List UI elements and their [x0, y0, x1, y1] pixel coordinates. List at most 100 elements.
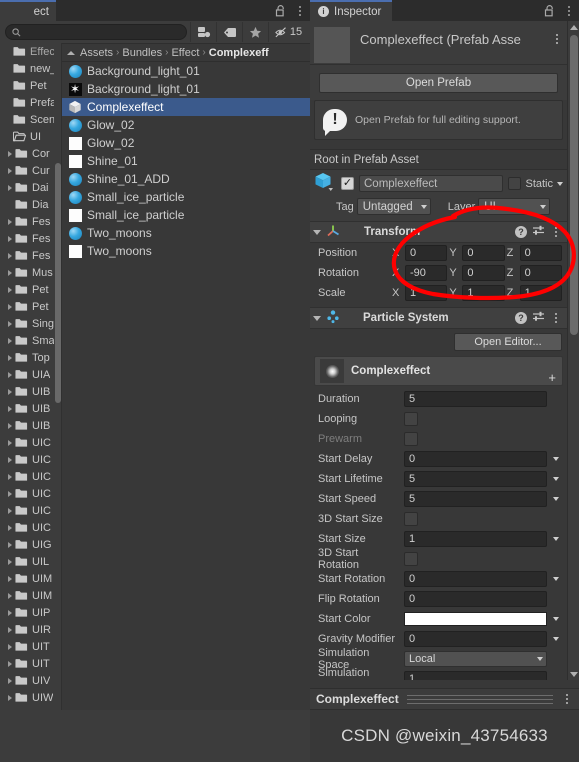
- chevron-right-icon[interactable]: [4, 439, 15, 446]
- chevron-right-icon[interactable]: [4, 405, 15, 412]
- star-icon[interactable]: [242, 22, 268, 42]
- folder-tree-item[interactable]: UIC: [0, 434, 61, 451]
- folder-tree-item[interactable]: UIP: [0, 604, 61, 621]
- folder-tree-item[interactable]: Sing: [0, 315, 61, 332]
- gameobject-enabled-checkbox[interactable]: ✓: [341, 177, 354, 190]
- particle-property-field[interactable]: 5: [404, 491, 547, 507]
- chevron-down-icon[interactable]: [549, 537, 562, 541]
- preset-sliders-icon[interactable]: [532, 225, 545, 240]
- chevron-right-icon[interactable]: [4, 541, 15, 548]
- asset-list-item[interactable]: Glow_02: [62, 134, 310, 152]
- chevron-down-icon[interactable]: [313, 229, 321, 235]
- plus-icon[interactable]: +: [548, 371, 556, 384]
- chevron-right-icon[interactable]: [4, 320, 15, 327]
- folder-tree-item[interactable]: Cor: [0, 145, 61, 162]
- lock-open-icon[interactable]: [544, 4, 555, 17]
- folder-tree-item[interactable]: UIB: [0, 383, 61, 400]
- folder-tree-item[interactable]: Dia: [0, 196, 61, 213]
- folder-tree-item[interactable]: Cur: [0, 162, 61, 179]
- kebab-menu-icon[interactable]: [550, 227, 562, 237]
- preset-sliders-icon[interactable]: [532, 311, 545, 326]
- particle-module-header[interactable]: Complexeffect +: [314, 356, 563, 386]
- chevron-down-icon[interactable]: [549, 457, 562, 461]
- folder-tree-item[interactable]: Scene: [0, 111, 61, 128]
- tag-dropdown[interactable]: Untagged: [356, 198, 431, 215]
- kebab-menu-icon[interactable]: [561, 694, 573, 704]
- chevron-right-icon[interactable]: [4, 303, 15, 310]
- chevron-right-icon[interactable]: [4, 354, 15, 361]
- chevron-right-icon[interactable]: [4, 388, 15, 395]
- folder-tree-scrollbar[interactable]: [54, 43, 61, 710]
- particle-property-field[interactable]: 5: [404, 391, 547, 407]
- particle-property-checkbox[interactable]: [404, 552, 418, 566]
- chevron-down-icon[interactable]: [549, 477, 562, 481]
- particle-property-checkbox[interactable]: [404, 412, 418, 426]
- folder-tree-item[interactable]: UIC: [0, 519, 61, 536]
- inspector-scroll-thumb[interactable]: [570, 35, 578, 335]
- chevron-right-icon[interactable]: [4, 626, 15, 633]
- particle-property-field[interactable]: 0: [404, 451, 547, 467]
- chevron-right-icon[interactable]: [4, 371, 15, 378]
- breadcrumb-item[interactable]: Complexeff: [209, 47, 269, 59]
- start-color-swatch[interactable]: [404, 612, 547, 626]
- folder-tree-item[interactable]: UIC: [0, 502, 61, 519]
- folder-tree[interactable]: Effect new_z Pet Prefab Scene UI Cor Cur Dai Dia F…: [0, 43, 62, 710]
- hidden-assets-counter[interactable]: 15: [268, 22, 308, 42]
- folder-tree-item[interactable]: UIB: [0, 400, 61, 417]
- folder-tree-item[interactable]: Fes: [0, 230, 61, 247]
- tab-inspector[interactable]: i Inspector: [310, 0, 393, 21]
- folder-tree-item[interactable]: UIW: [0, 689, 61, 706]
- search-input[interactable]: [25, 26, 180, 38]
- folder-tree-item[interactable]: Fes: [0, 247, 61, 264]
- folder-tree-item[interactable]: UIC: [0, 468, 61, 485]
- chevron-right-icon[interactable]: [4, 422, 15, 429]
- asset-list-item[interactable]: Two_moons: [62, 224, 310, 242]
- particle-property-field[interactable]: 0: [404, 631, 547, 647]
- folder-tree-item[interactable]: UIM: [0, 587, 61, 604]
- chevron-right-icon[interactable]: [4, 184, 15, 191]
- chevron-right-icon[interactable]: [4, 235, 15, 242]
- chevron-down-icon[interactable]: [313, 315, 321, 321]
- folder-tree-item[interactable]: UIT: [0, 655, 61, 672]
- chevron-right-icon[interactable]: [4, 252, 15, 259]
- transform-rotation-x-field[interactable]: -90: [405, 265, 448, 281]
- chevron-right-icon[interactable]: [4, 507, 15, 514]
- help-icon[interactable]: ?: [515, 312, 527, 324]
- chevron-down-icon[interactable]: [549, 637, 562, 641]
- chevron-right-icon[interactable]: [4, 490, 15, 497]
- chevron-down-icon[interactable]: [549, 617, 562, 621]
- transform-position-y-field[interactable]: 0: [462, 245, 505, 261]
- particle-property-field[interactable]: 0: [404, 571, 547, 587]
- chevron-down-icon[interactable]: [549, 577, 562, 581]
- asset-list-item[interactable]: ✶ Background_light_01: [62, 80, 310, 98]
- chevron-right-icon[interactable]: [4, 592, 15, 599]
- chevron-right-icon[interactable]: [4, 660, 15, 667]
- particle-property-field[interactable]: 5: [404, 471, 547, 487]
- folder-tree-item[interactable]: UI: [0, 128, 61, 145]
- particle-property-field[interactable]: 1: [404, 531, 547, 547]
- asset-list-item[interactable]: Small_ice_particle: [62, 188, 310, 206]
- asset-list-item[interactable]: Two_moons: [62, 242, 310, 260]
- kebab-menu-icon[interactable]: [294, 5, 306, 16]
- prefab-cube-icon[interactable]: [314, 172, 336, 195]
- layer-dropdown[interactable]: UI: [478, 198, 551, 215]
- asset-list-item[interactable]: Shine_01_ADD: [62, 170, 310, 188]
- breadcrumb-item[interactable]: Assets: [80, 47, 113, 59]
- folder-tree-item[interactable]: UIB: [0, 417, 61, 434]
- transform-scale-z-field[interactable]: 1: [519, 285, 562, 301]
- lock-open-icon[interactable]: [275, 4, 286, 17]
- chevron-right-icon[interactable]: [4, 473, 15, 480]
- transform-scale-y-field[interactable]: 1: [462, 285, 505, 301]
- scroll-up-arrow-icon[interactable]: [568, 21, 579, 33]
- kebab-menu-icon[interactable]: [550, 313, 562, 323]
- asset-list-item[interactable]: Complexeffect: [62, 98, 310, 116]
- folder-tree-item[interactable]: UIV: [0, 672, 61, 689]
- folder-tree-scroll-thumb[interactable]: [55, 163, 61, 403]
- chevron-right-icon[interactable]: [4, 677, 15, 684]
- asset-list-item[interactable]: Glow_02: [62, 116, 310, 134]
- chevron-right-icon[interactable]: [4, 575, 15, 582]
- folder-tree-item[interactable]: new_z: [0, 60, 61, 77]
- open-editor-button[interactable]: Open Editor...: [454, 333, 562, 351]
- folder-tree-item[interactable]: Prefab: [0, 94, 61, 111]
- folder-tree-item[interactable]: UIG: [0, 536, 61, 553]
